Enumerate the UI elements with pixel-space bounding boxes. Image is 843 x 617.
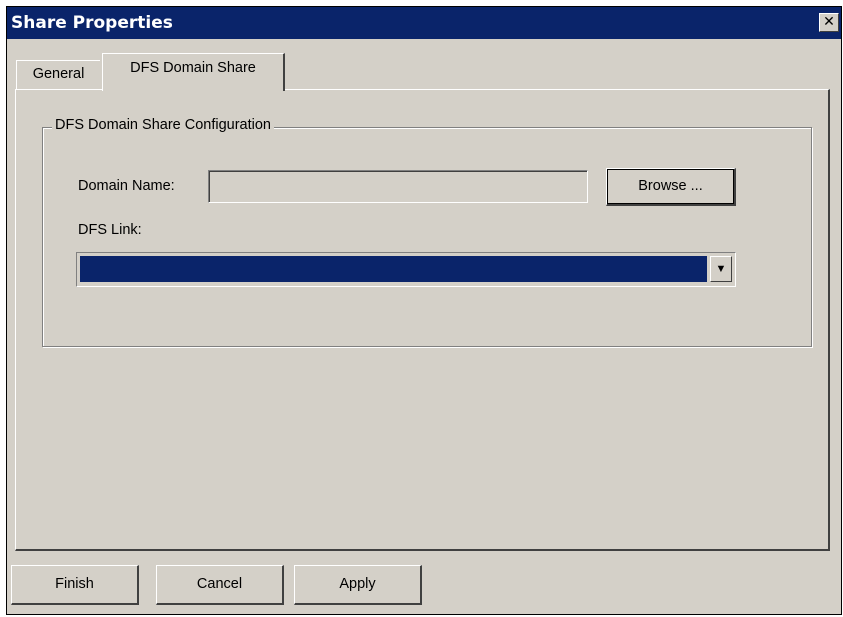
domain-name-label: Domain Name: bbox=[78, 178, 175, 194]
dfs-link-selected-value[interactable] bbox=[80, 256, 707, 282]
dfs-config-groupbox bbox=[42, 127, 812, 347]
cancel-button[interactable]: Cancel bbox=[156, 565, 284, 605]
groupbox-legend: DFS Domain Share Configuration bbox=[52, 117, 274, 133]
window-title: Share Properties bbox=[11, 13, 173, 33]
dfs-link-label: DFS Link: bbox=[78, 222, 142, 238]
browse-button[interactable]: Browse ... bbox=[606, 168, 736, 206]
title-bar: Share Properties ✕ bbox=[7, 7, 841, 39]
dfs-link-select[interactable]: ▼ bbox=[76, 252, 736, 287]
tab-general[interactable]: General bbox=[16, 60, 100, 90]
close-button[interactable]: ✕ bbox=[819, 13, 839, 32]
tab-dfs-domain-share[interactable]: DFS Domain Share bbox=[102, 53, 285, 91]
dropdown-button[interactable]: ▼ bbox=[710, 256, 732, 282]
chevron-down-icon: ▼ bbox=[715, 263, 727, 275]
finish-button[interactable]: Finish bbox=[11, 565, 139, 605]
domain-name-field[interactable] bbox=[208, 170, 588, 203]
apply-button[interactable]: Apply bbox=[294, 565, 422, 605]
close-icon: ✕ bbox=[823, 14, 835, 30]
